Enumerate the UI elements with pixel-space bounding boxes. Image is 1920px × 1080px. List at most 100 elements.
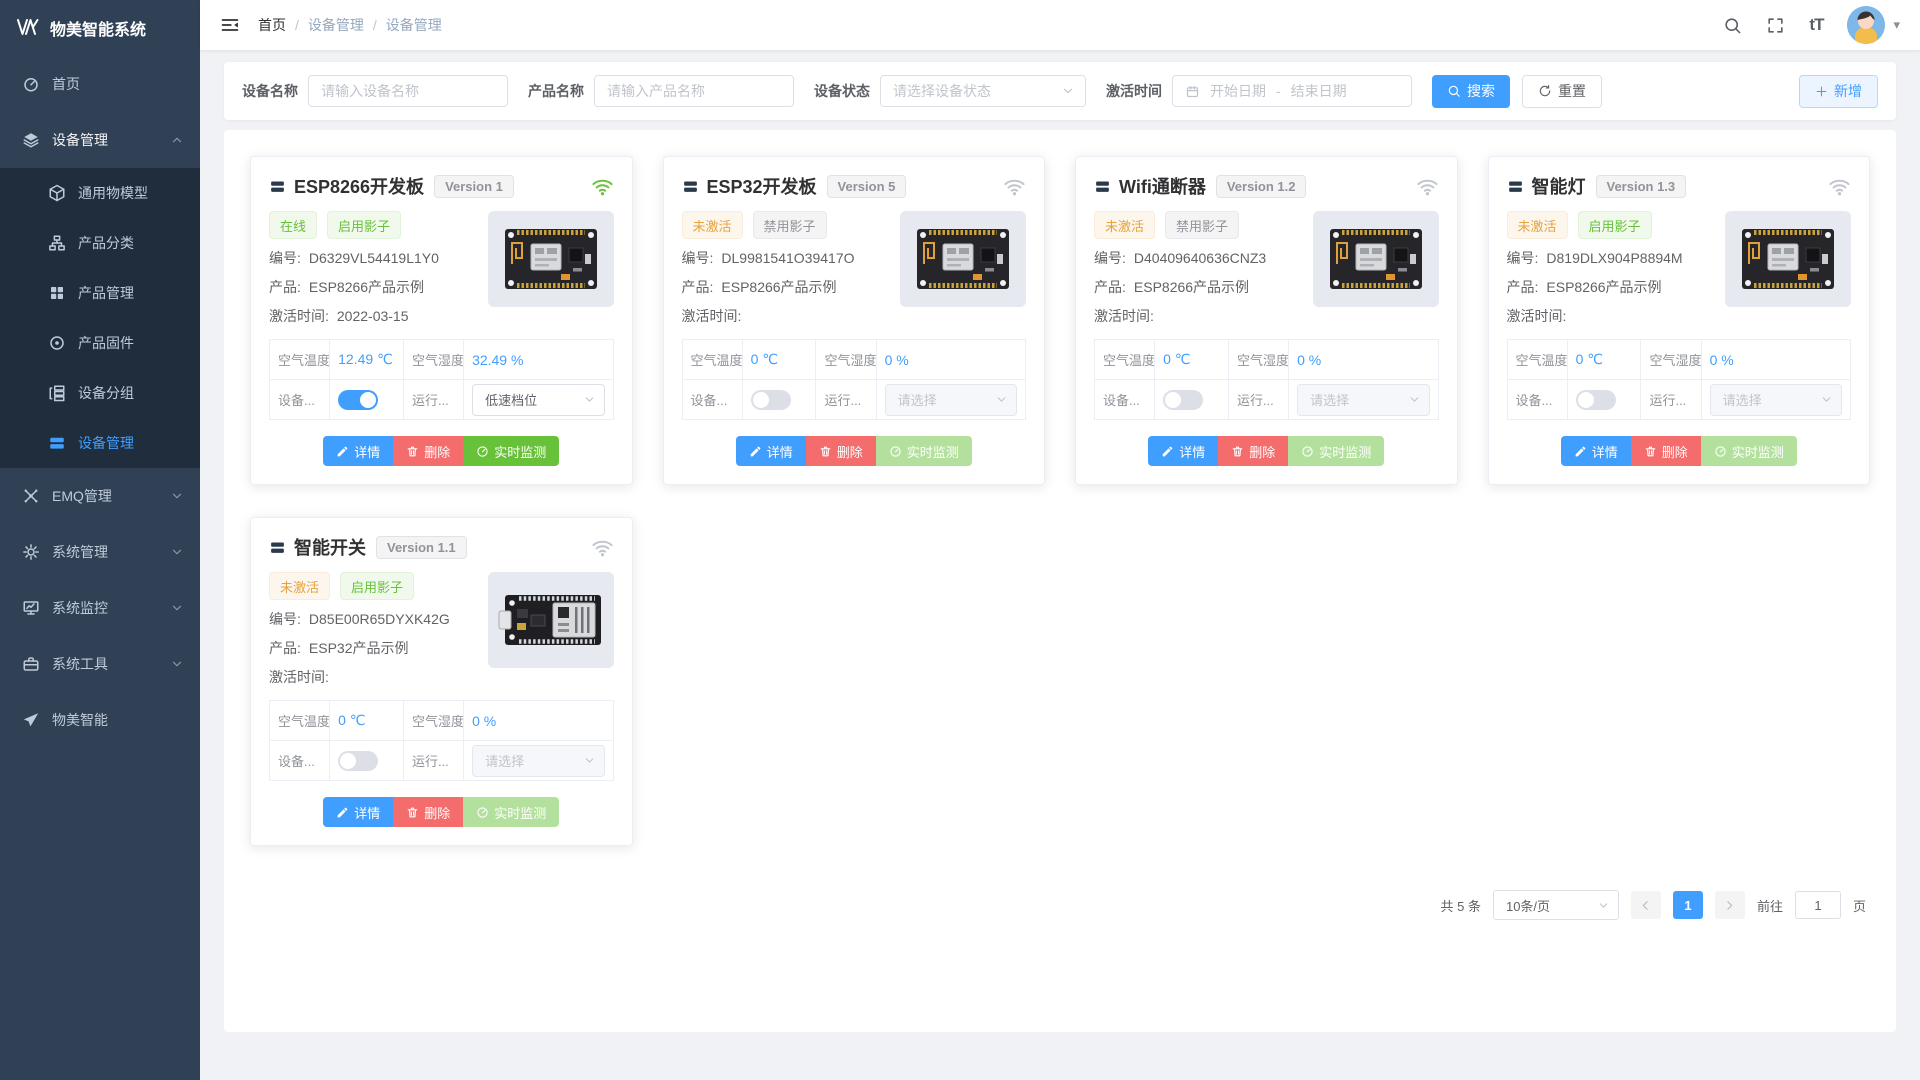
product-row: 产品:ESP32产品示例 — [269, 638, 480, 658]
delete-button[interactable]: 删除 — [393, 436, 463, 466]
device-group-icon — [48, 384, 66, 402]
device-status-select[interactable]: 请选择设备状态 — [880, 75, 1086, 107]
nodemcu-board-image — [909, 224, 1017, 294]
app-logo: 物美智能系统 — [0, 0, 200, 56]
metric-row-controls: 设备... 运行... 请选择 — [270, 741, 614, 781]
nodemcu-board-image — [1734, 224, 1842, 294]
sidebar-item-label: 通用物模型 — [78, 183, 184, 203]
product-value: ESP32产品示例 — [309, 640, 409, 656]
monitor-button[interactable]: 实时监测 — [463, 797, 559, 827]
device-switch[interactable] — [1576, 390, 1616, 410]
card-header: ESP32开发板 Version 5 — [682, 173, 1027, 199]
trash-icon — [406, 806, 419, 819]
reset-button[interactable]: 重置 — [1522, 75, 1602, 108]
run-mode-select[interactable]: 请选择 — [472, 745, 604, 777]
monitor-button[interactable]: 实时监测 — [876, 436, 972, 466]
detail-button[interactable]: 详情 — [736, 436, 806, 466]
serial-row: 编号: D40409640636CNZ3 — [1094, 248, 1305, 268]
gauge-icon — [1301, 445, 1314, 458]
chevron-down-icon — [1061, 84, 1075, 98]
monitor-button[interactable]: 实时监测 — [463, 436, 559, 466]
delete-button[interactable]: 删除 — [393, 797, 463, 827]
sidebar-item-home[interactable]: 首页 — [0, 56, 200, 112]
temp-label: 空气温度 — [270, 340, 330, 380]
filter-panel: 设备名称 产品名称 设备状态 请选择设备状态 激活时间 — [224, 62, 1896, 120]
sidebar-item-emq-management[interactable]: EMQ管理 — [0, 468, 200, 524]
sidebar-item-product-category[interactable]: 产品分类 — [0, 218, 200, 268]
sidebar-item-device-management[interactable]: 设备管理 — [0, 112, 200, 168]
avatar[interactable] — [1847, 6, 1885, 44]
goto-label: 前往 — [1757, 896, 1783, 915]
monitor-button[interactable]: 实时监测 — [1701, 436, 1797, 466]
device-switch[interactable] — [338, 390, 378, 410]
app-root: 物美智能系统 首页 设备管理 通用物模型 产品分类 — [0, 0, 1920, 1080]
activation-date-range[interactable]: 开始日期 - 结束日期 — [1172, 75, 1412, 107]
run-mode-select[interactable]: 请选择 — [885, 384, 1017, 416]
sidebar-item-thing-model[interactable]: 通用物模型 — [0, 168, 200, 218]
add-device-button[interactable]: 新增 — [1799, 75, 1878, 108]
serial-value: D40409640636CNZ3 — [1134, 250, 1266, 266]
sidebar-item-label: 设备分组 — [78, 383, 184, 403]
temp-value: 0 ℃ — [1155, 340, 1229, 380]
device-card-grid: ESP8266开发板 Version 1 在线 启用影子 编号:D6329VL5… — [250, 156, 1870, 846]
run-mode-select[interactable]: 请选择 — [1297, 384, 1429, 416]
device-title: 智能灯 — [1532, 173, 1586, 199]
serial-label: 编号: — [269, 250, 301, 266]
app-title: 物美智能系统 — [50, 16, 146, 40]
device-list-panel: ESP8266开发板 Version 1 在线 启用影子 编号:D6329VL5… — [224, 130, 1896, 1032]
sidebar-item-system-monitor[interactable]: 系统监控 — [0, 580, 200, 636]
search-icon[interactable] — [1723, 16, 1742, 35]
serial-value: D819DLX904P8894M — [1546, 250, 1682, 266]
sidebar-item-device-list[interactable]: 设备管理 — [0, 418, 200, 468]
detail-button[interactable]: 详情 — [1148, 436, 1218, 466]
chevron-down-icon — [583, 393, 596, 406]
temp-label: 空气温度 — [1095, 340, 1155, 380]
run-mode-select[interactable]: 请选择 — [1710, 384, 1842, 416]
sidebar-item-wumei-smart[interactable]: 物美智能 — [0, 692, 200, 748]
version-badge: Version 1.3 — [1596, 175, 1687, 198]
fullscreen-icon[interactable] — [1766, 16, 1785, 35]
device-switch[interactable] — [751, 390, 791, 410]
breadcrumb-home[interactable]: 首页 — [258, 15, 286, 35]
device-title: 智能开关 — [294, 534, 366, 560]
product-name-input[interactable] — [594, 75, 794, 107]
serial-label: 编号: — [1094, 250, 1126, 266]
device-card: ESP8266开发板 Version 1 在线 启用影子 编号:D6329VL5… — [250, 156, 633, 485]
next-page-button[interactable] — [1715, 891, 1745, 919]
delete-button[interactable]: 删除 — [1218, 436, 1288, 466]
delete-button[interactable]: 删除 — [1631, 436, 1701, 466]
device-switch[interactable] — [1163, 390, 1203, 410]
sidebar-item-system-management[interactable]: 系统管理 — [0, 524, 200, 580]
gauge-icon — [476, 806, 489, 819]
sidebar-item-system-tools[interactable]: 系统工具 — [0, 636, 200, 692]
device-image — [488, 211, 614, 307]
run-mode-select[interactable]: 低速档位 — [472, 384, 604, 416]
device-name-input[interactable] — [308, 75, 508, 107]
goto-page-input[interactable] — [1795, 891, 1841, 919]
caret-down-icon[interactable]: ▾ — [1893, 17, 1900, 33]
delete-button[interactable]: 删除 — [806, 436, 876, 466]
page-number-button[interactable]: 1 — [1673, 891, 1703, 919]
sidebar-item-product-firmware[interactable]: 产品固件 — [0, 318, 200, 368]
detail-button[interactable]: 详情 — [1561, 436, 1631, 466]
search-button[interactable]: 搜索 — [1432, 75, 1510, 108]
sidebar-item-label: 首页 — [52, 74, 184, 94]
device-switch[interactable] — [338, 751, 378, 771]
device-card: ESP32开发板 Version 5 未激活 禁用影子 编号:DL9981541… — [663, 156, 1046, 485]
font-size-icon[interactable]: tT — [1809, 15, 1823, 35]
sidebar-item-product-management[interactable]: 产品管理 — [0, 268, 200, 318]
device-image — [488, 572, 614, 668]
activation-label: 激活时间: — [269, 669, 329, 685]
monitor-button[interactable]: 实时监测 — [1288, 436, 1384, 466]
prev-page-button[interactable] — [1631, 891, 1661, 919]
chevron-right-icon — [1723, 899, 1736, 912]
sidebar-item-device-group[interactable]: 设备分组 — [0, 368, 200, 418]
breadcrumb-device-management[interactable]: 设备管理 — [308, 15, 364, 35]
sidebar-collapse-icon[interactable] — [220, 15, 240, 35]
metric-row-sensors: 空气温度 0 ℃ 空气湿度 0 % — [1095, 340, 1439, 380]
user-menu[interactable]: ▾ — [1847, 6, 1900, 44]
page-size-select[interactable]: 10条/页 — [1493, 890, 1619, 920]
tag-row: 在线 启用影子 — [269, 211, 480, 239]
detail-button[interactable]: 详情 — [323, 436, 393, 466]
detail-button[interactable]: 详情 — [323, 797, 393, 827]
